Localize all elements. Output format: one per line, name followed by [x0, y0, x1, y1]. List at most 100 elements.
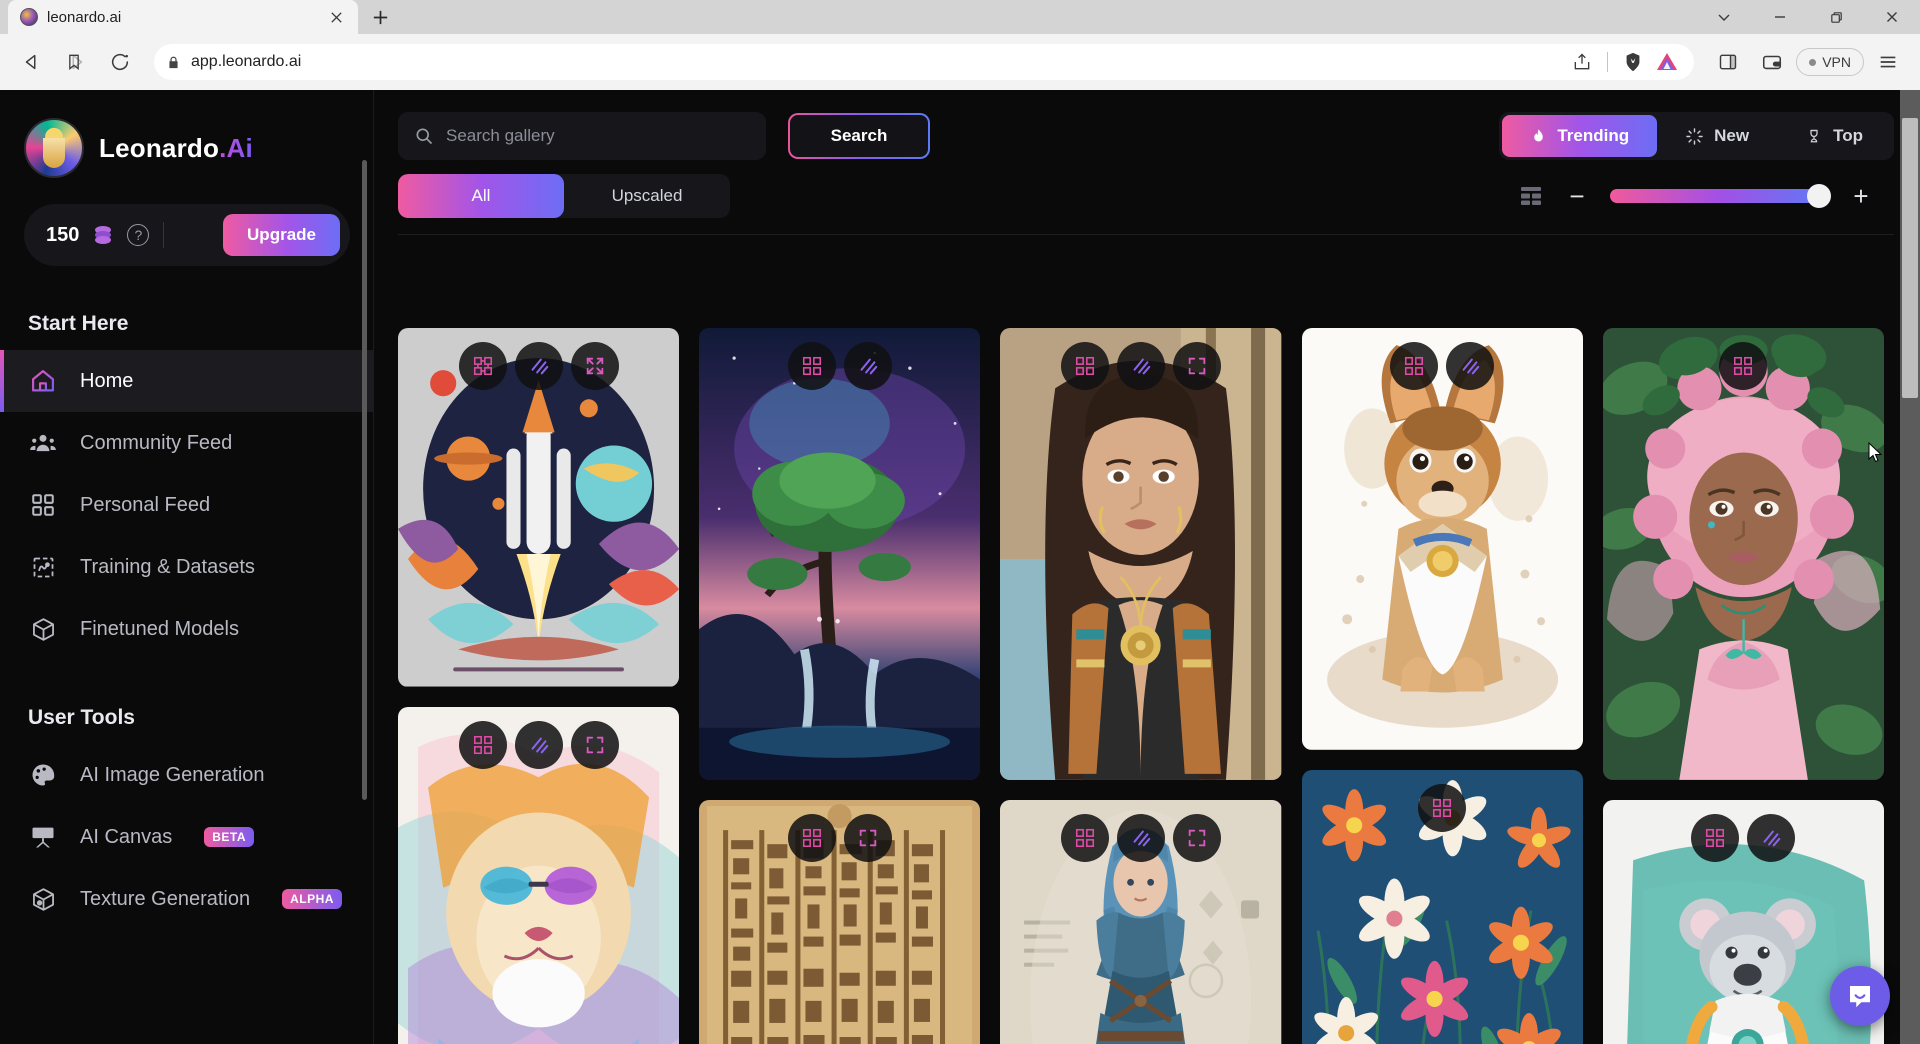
zoom-slider-thumb[interactable]: [1807, 184, 1831, 208]
url-text: app.leonardo.ai: [191, 53, 302, 70]
remix-grid-icon[interactable]: [458, 720, 507, 769]
section-title-start-here: Start Here: [28, 312, 129, 335]
page-scrollbar[interactable]: [1900, 90, 1920, 1044]
vpn-status-dot: [1809, 58, 1817, 66]
gallery-card[interactable]: [1000, 799, 1282, 1044]
gallery-card[interactable]: [398, 328, 680, 687]
cube-icon: [28, 614, 58, 644]
gallery-card[interactable]: [1602, 328, 1884, 780]
motion-lines-icon[interactable]: [843, 342, 892, 390]
motion-lines-icon[interactable]: [1116, 813, 1165, 862]
motion-lines-icon[interactable]: [514, 342, 563, 390]
divider: [163, 222, 165, 248]
help-circle-icon[interactable]: ?: [127, 224, 150, 246]
browser-tab[interactable]: leonardo.ai: [8, 0, 358, 34]
bat-triangle-icon[interactable]: [1652, 47, 1682, 77]
search-button[interactable]: Search: [788, 113, 930, 159]
sidebar-item-training-datasets[interactable]: Training & Datasets: [0, 536, 374, 598]
url-actions: [1567, 47, 1682, 77]
remix-grid-icon[interactable]: [1691, 813, 1740, 862]
window-controls: [1696, 0, 1920, 34]
brand-name: Leonardo.Ai: [99, 133, 253, 164]
gallery-card[interactable]: [1301, 769, 1583, 1044]
reload-icon[interactable]: [100, 42, 140, 82]
motion-lines-icon[interactable]: [1116, 342, 1165, 390]
sidebar-item-finetuned-models[interactable]: Finetuned Models: [0, 598, 374, 660]
sidebar-panel-icon[interactable]: [1708, 42, 1748, 82]
browser-toolbar: app.leonardo.ai VPN: [0, 34, 1920, 90]
sidebar-item-ai-image-generation[interactable]: AI Image Generation: [0, 744, 374, 806]
sidebar-item-personal-feed[interactable]: Personal Feed: [0, 474, 374, 536]
back-arrow-icon[interactable]: [12, 42, 52, 82]
card-action-group: [458, 342, 619, 390]
motion-lines-icon[interactable]: [1446, 342, 1495, 390]
sidebar-item-texture-generation[interactable]: Texture Generation ALPHA: [0, 868, 374, 930]
filter-tab-all[interactable]: All: [398, 174, 564, 218]
search-input[interactable]: [446, 126, 750, 146]
restore-icon[interactable]: [1808, 0, 1864, 34]
minimize-icon[interactable]: [1752, 0, 1808, 34]
trophy-icon: [1805, 127, 1823, 146]
sidebar-item-home[interactable]: Home: [0, 350, 374, 412]
brand-name-accent: .Ai: [219, 132, 253, 163]
new-tab-button[interactable]: [358, 0, 402, 34]
card-image-tree-of-life-galaxy: [699, 328, 981, 780]
intercom-chat-button[interactable]: [1830, 966, 1890, 1026]
remix-grid-icon[interactable]: [787, 342, 836, 390]
sidebar-item-label: Training & Datasets: [80, 555, 255, 578]
window-close-icon[interactable]: [1864, 0, 1920, 34]
sidebar-item-community-feed[interactable]: Community Feed: [0, 412, 374, 474]
expand-arrows-icon[interactable]: [1172, 813, 1221, 862]
remix-grid-icon[interactable]: [787, 813, 836, 862]
sidebar-item-label: Community Feed: [80, 431, 233, 454]
remix-grid-icon[interactable]: [1060, 813, 1109, 862]
tab-search-chevron-down-icon[interactable]: [1696, 0, 1752, 34]
remix-grid-icon[interactable]: [1060, 342, 1109, 390]
vpn-button[interactable]: VPN: [1796, 48, 1864, 76]
expand-arrows-icon[interactable]: [843, 813, 892, 862]
remix-grid-icon[interactable]: [1390, 342, 1439, 390]
upgrade-button[interactable]: Upgrade: [223, 214, 340, 256]
search-icon: [414, 126, 434, 146]
share-icon[interactable]: [1567, 47, 1597, 77]
gallery-card[interactable]: [1000, 328, 1282, 780]
tab-trending[interactable]: Trending: [1502, 115, 1658, 157]
brand[interactable]: Leonardo.Ai: [0, 110, 374, 178]
zoom-slider[interactable]: [1610, 184, 1831, 208]
remix-grid-icon[interactable]: [1719, 342, 1768, 390]
card-image-woman-gold-necklace: [1000, 328, 1282, 780]
sidebar-item-ai-canvas[interactable]: AI Canvas BETA: [0, 806, 374, 868]
gallery-card[interactable]: [699, 328, 981, 780]
remix-grid-icon[interactable]: [1418, 783, 1467, 832]
bookmark-icon[interactable]: [64, 52, 84, 72]
close-icon[interactable]: [326, 7, 346, 27]
expand-arrows-icon[interactable]: [570, 342, 619, 390]
search-box[interactable]: [398, 112, 766, 160]
sparkle-burst-icon: [1685, 127, 1704, 146]
card-action-group: [458, 720, 619, 769]
toolbar-row-search: Search Trending New: [398, 112, 1894, 160]
page-scrollbar-thumb[interactable]: [1902, 118, 1918, 398]
zoom-in-button[interactable]: +: [1850, 183, 1872, 209]
hamburger-menu-icon[interactable]: [1868, 42, 1908, 82]
brave-lion-icon[interactable]: [1618, 47, 1648, 77]
expand-arrows-icon[interactable]: [1172, 342, 1221, 390]
sidebar-scrollbar[interactable]: [362, 160, 367, 800]
filter-tab-upscaled[interactable]: Upscaled: [564, 174, 730, 218]
card-action-group: [1418, 783, 1467, 832]
expand-arrows-icon[interactable]: [570, 720, 619, 769]
gallery-card[interactable]: [699, 799, 981, 1044]
zoom-out-button[interactable]: −: [1566, 183, 1588, 209]
tab-top[interactable]: Top: [1777, 115, 1891, 157]
motion-lines-icon[interactable]: [514, 720, 563, 769]
tab-new[interactable]: New: [1657, 115, 1777, 157]
remix-grid-icon[interactable]: [458, 342, 507, 390]
grid-layout-icon[interactable]: [1518, 183, 1544, 209]
gallery-card[interactable]: [398, 706, 680, 1044]
wallet-icon[interactable]: [1752, 42, 1792, 82]
address-bar[interactable]: app.leonardo.ai: [69, 44, 1695, 80]
tab-title: leonardo.ai: [47, 8, 122, 26]
motion-lines-icon[interactable]: [1747, 813, 1796, 862]
toolbar-row-filters: All Upscaled − +: [398, 174, 1894, 218]
gallery-card[interactable]: [1301, 328, 1583, 750]
